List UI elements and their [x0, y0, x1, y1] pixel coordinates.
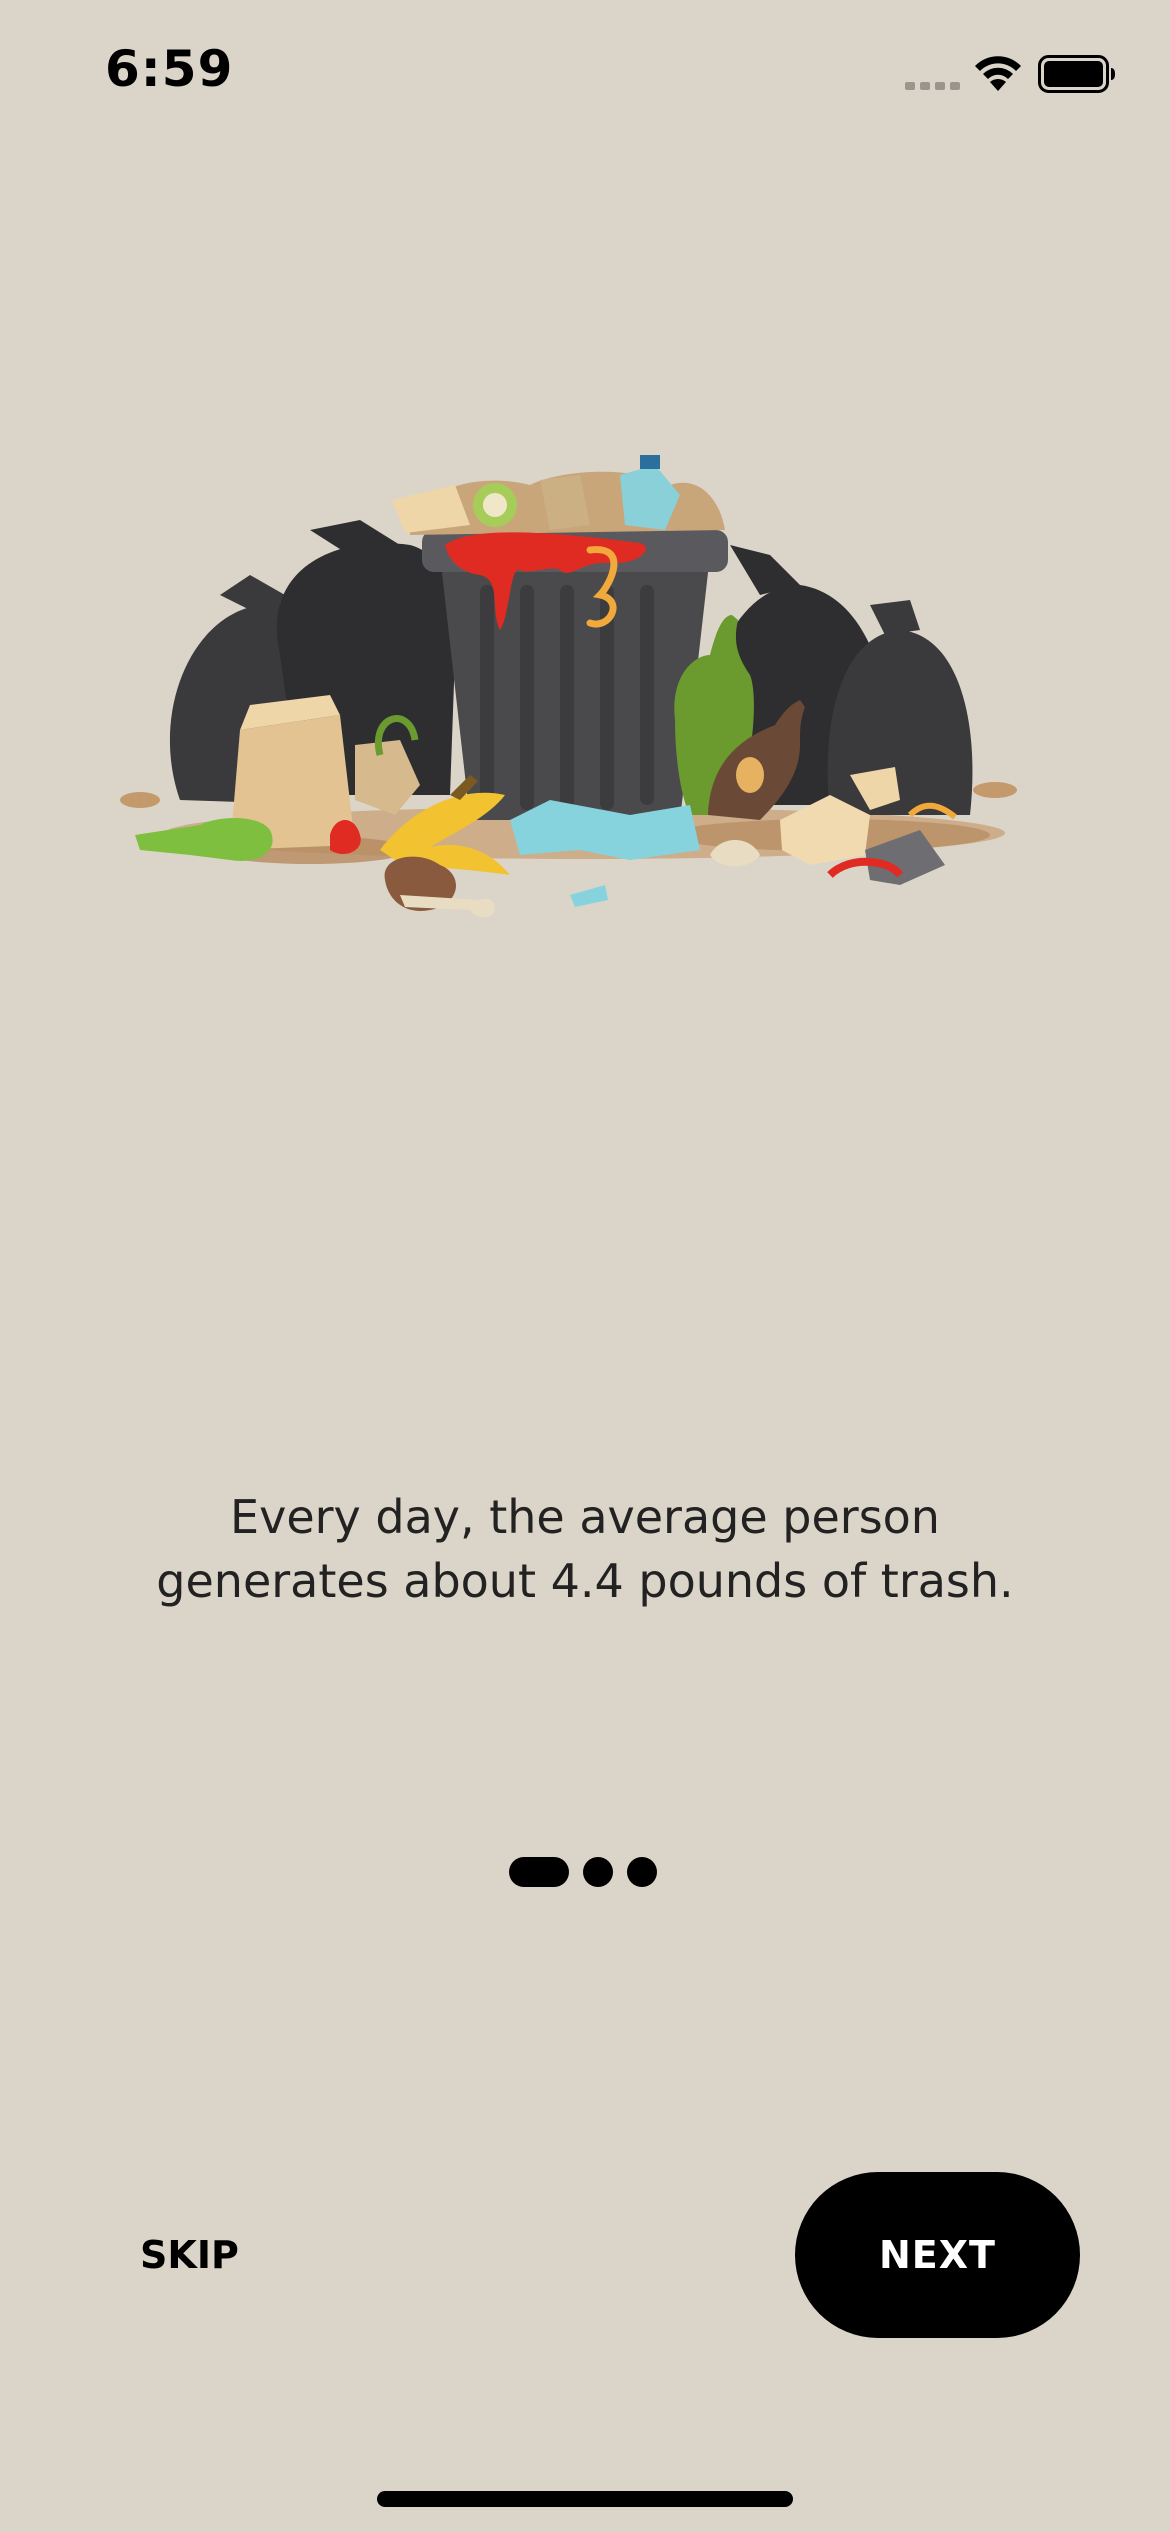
page-dot[interactable]: [627, 1857, 657, 1887]
wifi-icon: [975, 56, 1021, 91]
battery-icon: [1038, 55, 1115, 93]
page-dot[interactable]: [583, 1857, 613, 1887]
message-line-1: Every day, the average person: [230, 1490, 940, 1544]
message-line-2: generates about 4.4 pounds of trash.: [156, 1554, 1014, 1608]
skip-button[interactable]: SKIP: [100, 2215, 270, 2295]
status-bar: 6:59: [0, 0, 1170, 150]
page-dot-active[interactable]: [509, 1857, 569, 1887]
next-button[interactable]: NEXT: [795, 2172, 1080, 2338]
onboarding-message: Every day, the average person generates …: [85, 1485, 1085, 1613]
status-time: 6:59: [105, 40, 234, 98]
trash-pile-illustration: [120, 455, 1017, 918]
home-indicator[interactable]: [377, 2491, 793, 2507]
cellular-signal-icon: [905, 82, 960, 90]
page-indicator: [0, 1856, 1170, 1888]
